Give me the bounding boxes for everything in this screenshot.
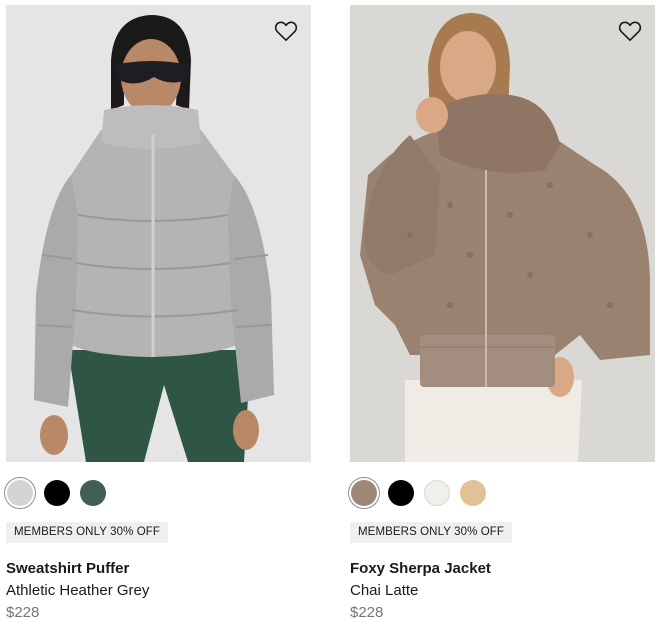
- color-swatch[interactable]: [424, 480, 450, 506]
- color-swatch[interactable]: [460, 480, 486, 506]
- product-card[interactable]: MEMBERS ONLY 30% OFF Foxy Sherpa Jacket …: [348, 5, 655, 621]
- product-image[interactable]: [6, 5, 311, 462]
- color-swatch[interactable]: [388, 480, 414, 506]
- product-photo-sherpa-jacket: [350, 5, 655, 462]
- product-color-name: Chai Latte: [350, 582, 419, 599]
- product-card[interactable]: MEMBERS ONLY 30% OFF Sweatshirt Puffer A…: [4, 5, 311, 621]
- color-swatch-selected[interactable]: [348, 477, 380, 509]
- promo-badge: MEMBERS ONLY 30% OFF: [350, 522, 512, 543]
- product-price: $228: [350, 604, 384, 621]
- promo-badge: MEMBERS ONLY 30% OFF: [6, 522, 168, 543]
- color-swatch[interactable]: [44, 480, 70, 506]
- heart-outline-icon[interactable]: [273, 18, 299, 44]
- color-swatch-selected[interactable]: [4, 477, 36, 509]
- swatch-fill: [351, 480, 377, 506]
- product-image[interactable]: [350, 5, 655, 462]
- product-color-name: Athletic Heather Grey: [6, 582, 150, 599]
- product-price: $228: [6, 604, 40, 621]
- color-swatches: [4, 476, 116, 510]
- swatch-fill: [7, 480, 33, 506]
- product-name[interactable]: Foxy Sherpa Jacket: [350, 560, 491, 577]
- product-name[interactable]: Sweatshirt Puffer: [6, 560, 129, 577]
- color-swatches: [348, 476, 496, 510]
- color-swatch[interactable]: [80, 480, 106, 506]
- heart-outline-icon[interactable]: [617, 18, 643, 44]
- product-photo-grey-puffer: [6, 5, 311, 462]
